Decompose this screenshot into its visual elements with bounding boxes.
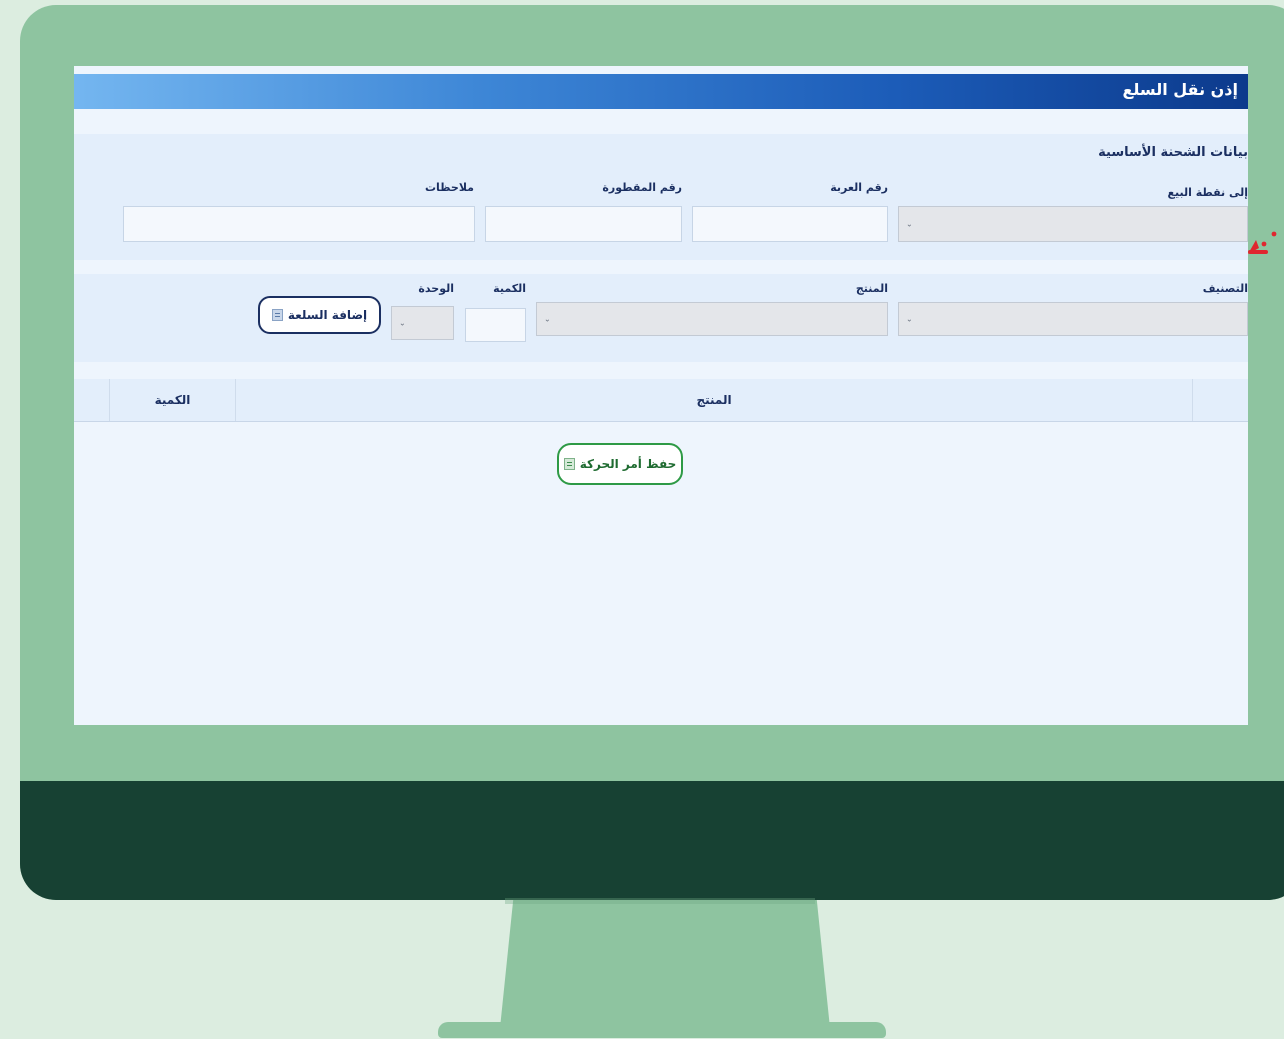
product-select[interactable]: ⌄: [536, 302, 888, 336]
table-col-product: المنتج: [235, 379, 1192, 421]
table-col-blank: [1192, 379, 1248, 421]
monitor-base: [438, 1022, 886, 1038]
unit-label: الوحدة: [418, 282, 454, 295]
monitor-chin: [20, 781, 1284, 900]
app-screen: إذن نقل السلع بيانات الشحنة الأساسية إلى…: [74, 66, 1248, 725]
table-col-edge: [74, 379, 109, 421]
items-table-header: المنتج الكمية: [74, 379, 1248, 422]
add-item-button[interactable]: إضافة السلعة: [258, 296, 381, 334]
clipboard-icon: [271, 309, 283, 321]
category-label: التصنيف: [1202, 282, 1248, 295]
save-order-button[interactable]: حفظ أمر الحركة: [557, 443, 683, 485]
clipboard-icon: [563, 458, 575, 470]
add-item-label: إضافة السلعة: [287, 308, 368, 322]
to-point-label: إلى نقطة البيع: [1167, 186, 1248, 199]
trailer-number-label: رقم المقطورة: [602, 181, 682, 194]
chevron-down-icon: ⌄: [399, 318, 406, 328]
category-select[interactable]: ⌄: [898, 302, 1248, 336]
monitor-stand: [500, 900, 830, 1028]
chevron-down-icon: ⌄: [906, 314, 913, 324]
shipment-section-heading: بيانات الشحنة الأساسية: [1098, 145, 1248, 160]
chevron-down-icon: ⌄: [544, 314, 551, 324]
unit-select[interactable]: ⌄: [391, 306, 454, 340]
item-entry-panel: التصنيف المنتج الكمية الوحدة ⌄ ⌄ ⌄ إضافة…: [74, 274, 1248, 362]
notes-input[interactable]: [123, 206, 475, 242]
chevron-down-icon: ⌄: [906, 219, 913, 229]
trailer-number-input[interactable]: [485, 206, 682, 242]
save-order-label: حفظ أمر الحركة: [579, 457, 677, 471]
monitor-stand-shadow: [505, 898, 815, 904]
table-col-quantity: الكمية: [109, 379, 235, 421]
title-bar: إذن نقل السلع: [74, 74, 1248, 109]
product-label: المنتج: [855, 282, 888, 295]
vehicle-number-input[interactable]: [692, 206, 888, 242]
shipment-panel: بيانات الشحنة الأساسية إلى نقطة البيع رق…: [74, 134, 1248, 260]
vehicle-number-label: رقم العربة: [830, 181, 888, 194]
page-title: إذن نقل السلع: [1122, 80, 1238, 99]
quantity-input[interactable]: [465, 308, 526, 342]
quantity-label: الكمية: [493, 282, 526, 295]
to-point-select[interactable]: ⌄: [898, 206, 1248, 242]
red-arrow-icon: [1248, 231, 1277, 254]
notes-label: ملاحظات: [425, 181, 474, 194]
